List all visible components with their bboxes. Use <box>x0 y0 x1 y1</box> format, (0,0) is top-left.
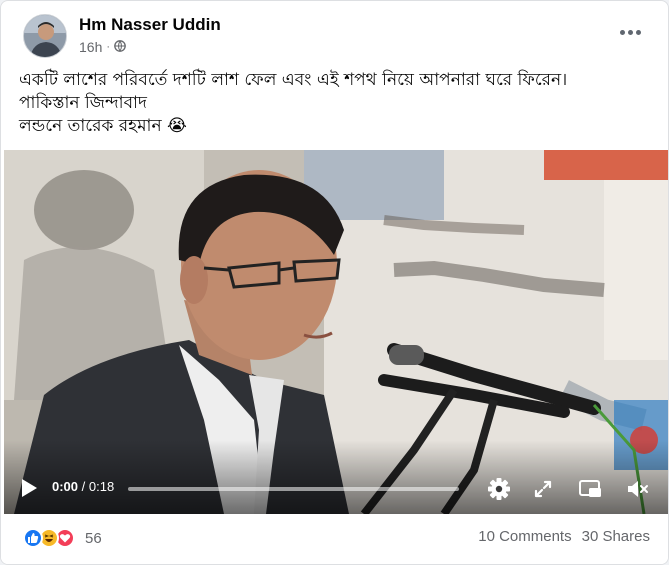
author-name[interactable]: Hm Nasser Uddin <box>79 15 221 35</box>
post-meta: 16h · <box>79 39 126 55</box>
settings-gear-icon[interactable] <box>486 476 512 502</box>
video-time: 0:00 / 0:18 <box>52 479 114 494</box>
picture-in-picture-icon[interactable] <box>577 476 603 502</box>
globe-icon <box>114 39 126 55</box>
video-progress-bar[interactable] <box>128 487 459 491</box>
author-avatar[interactable] <box>23 14 67 58</box>
shares-count-link[interactable]: 30 Shares <box>582 528 650 545</box>
engagement-stats: 10 Comments 30 Shares <box>478 528 650 545</box>
more-dot <box>619 29 625 35</box>
video-controls: 0:00 / 0:18 <box>4 464 668 514</box>
post-timestamp[interactable]: 16h <box>79 39 102 55</box>
reaction-count: 56 <box>85 529 102 547</box>
more-dot <box>635 29 641 35</box>
reactions-summary[interactable]: 56 <box>23 527 102 549</box>
post-text-line: একটি লাশের পরিবর্তে দশটি লাশ ফেল এবং এই … <box>19 70 568 90</box>
video-player[interactable]: 0:00 / 0:18 <box>4 150 668 514</box>
more-options-button[interactable] <box>618 25 642 39</box>
play-icon[interactable] <box>18 476 40 500</box>
like-icon <box>23 528 43 548</box>
video-current-time: 0:00 <box>52 479 79 494</box>
muted-speaker-icon[interactable] <box>625 476 651 502</box>
fullscreen-expand-icon[interactable] <box>530 476 556 502</box>
video-duration: 0:18 <box>88 479 115 494</box>
more-dot <box>627 29 633 35</box>
post-text-line: পাকিস্তান জিন্দাবাদ <box>19 93 147 113</box>
video-time-separator: / <box>78 479 89 494</box>
meta-separator: · <box>106 41 111 53</box>
post-footer: 56 10 Comments 30 Shares <box>1 514 668 564</box>
post-text: একটি লাশের পরিবর্তে দশটি লাশ ফেল এবং এই … <box>19 69 659 138</box>
post-header: Hm Nasser Uddin 16h · <box>1 1 668 65</box>
comments-count-link[interactable]: 10 Comments <box>478 528 571 545</box>
video-frame <box>4 150 668 514</box>
post-text-line: লন্ডনে তারেক রহমান 😭 <box>19 116 187 136</box>
post-card: Hm Nasser Uddin 16h · একটি লাশের পরিবর্ত… <box>0 0 669 565</box>
